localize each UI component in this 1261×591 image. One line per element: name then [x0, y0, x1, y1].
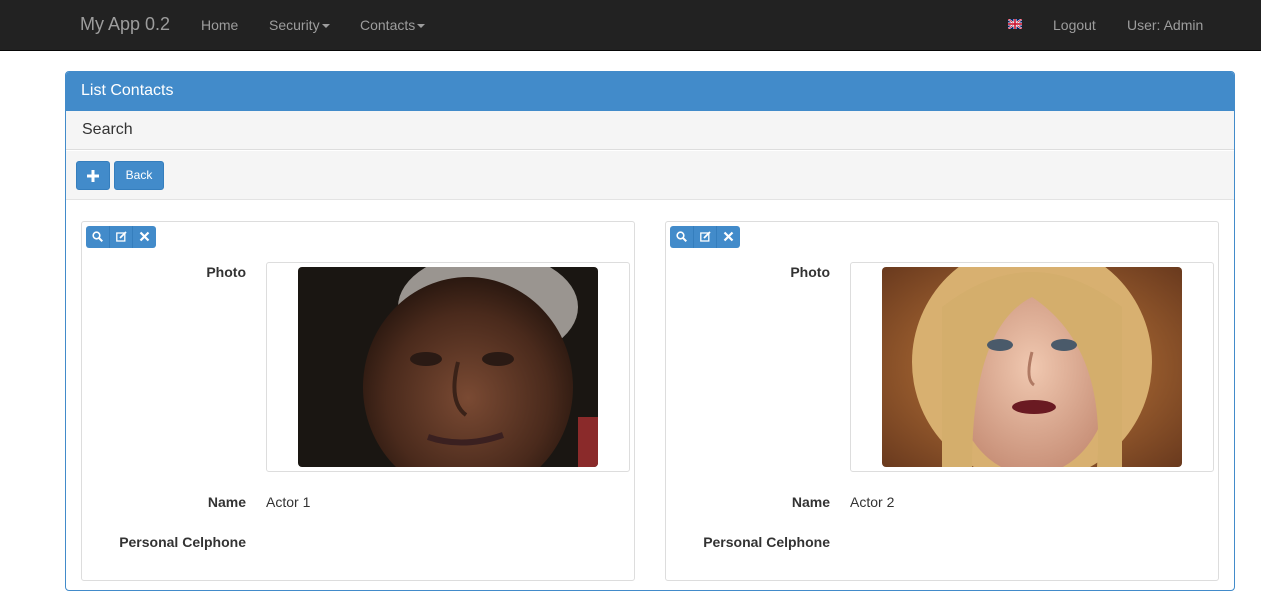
add-contact-button[interactable] [76, 161, 110, 190]
back-button[interactable]: Back [114, 161, 164, 190]
app-brand[interactable]: My App 0.2 [80, 14, 170, 35]
nav-home[interactable]: Home [201, 17, 238, 33]
delete-button[interactable] [716, 226, 739, 248]
contact-photo[interactable] [298, 267, 598, 467]
close-icon [723, 231, 734, 242]
photo-label: Photo [790, 264, 830, 280]
edit-icon [700, 231, 711, 242]
card-action-group [670, 226, 740, 248]
name-label: Name [791, 494, 830, 510]
uk-flag-icon[interactable] [1008, 19, 1022, 29]
user-menu[interactable]: User: Admin [1127, 17, 1203, 33]
search-icon [676, 231, 687, 242]
nav-contacts-label: Contacts [360, 17, 416, 33]
contact-name: Actor 1 [266, 494, 311, 510]
edit-button[interactable] [109, 226, 132, 248]
search-toggle[interactable]: Search [66, 111, 1234, 150]
contact-card: Photo Name Actor 2 Personal Celphone [665, 221, 1219, 581]
phone-label: Personal Celphone [703, 534, 830, 550]
name-label: Name [207, 494, 246, 510]
nav-security[interactable]: Security [269, 17, 330, 33]
view-button[interactable] [86, 226, 109, 248]
plus-icon [87, 170, 99, 182]
photo-frame [266, 262, 630, 472]
delete-button[interactable] [132, 226, 155, 248]
contact-photo[interactable] [882, 267, 1182, 467]
panel-title: List Contacts [66, 72, 1234, 111]
search-icon [92, 231, 103, 242]
contact-card: Photo Name Actor 1 Personal Celphone [81, 221, 635, 581]
card-action-group [86, 226, 156, 248]
photo-frame [850, 262, 1214, 472]
chevron-down-icon [417, 24, 426, 29]
edit-button[interactable] [693, 226, 716, 248]
close-icon [139, 231, 150, 242]
photo-label: Photo [206, 264, 246, 280]
top-navbar: My App 0.2 Home Security Contacts Logout… [0, 0, 1261, 51]
phone-label: Personal Celphone [119, 534, 246, 550]
view-button[interactable] [670, 226, 693, 248]
contacts-panel: List Contacts Search Back Photo Name Act… [65, 71, 1235, 591]
nav-security-label: Security [269, 17, 320, 33]
chevron-down-icon [321, 24, 330, 29]
nav-contacts[interactable]: Contacts [360, 17, 426, 33]
contact-name: Actor 2 [850, 494, 895, 510]
edit-icon [116, 231, 127, 242]
logout-link[interactable]: Logout [1053, 17, 1096, 33]
panel-toolbar: Back [66, 151, 1234, 200]
